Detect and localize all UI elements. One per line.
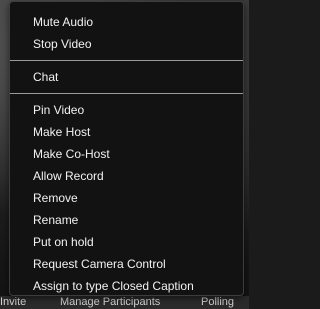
- menu-item-allow-record[interactable]: Allow Record: [10, 165, 243, 187]
- menu-item-put-on-hold[interactable]: Put on hold: [10, 231, 243, 253]
- menu-item-stop-video[interactable]: Stop Video: [10, 33, 243, 55]
- screen: Invite Manage Participants Polling Mute …: [0, 0, 249, 309]
- menu-item-request-camera-control[interactable]: Request Camera Control: [10, 253, 243, 275]
- menu-item-mute-audio[interactable]: Mute Audio: [10, 11, 243, 33]
- menu-item-assign-closed-caption[interactable]: Assign to type Closed Caption: [10, 275, 243, 297]
- menu-separator: [10, 60, 243, 61]
- menu-item-make-co-host[interactable]: Make Co-Host: [10, 143, 243, 165]
- menu-item-remove[interactable]: Remove: [10, 187, 243, 209]
- menu-item-rename[interactable]: Rename: [10, 209, 243, 231]
- menu-separator: [10, 93, 243, 94]
- participant-context-menu: Mute Audio Stop Video Chat Pin Video Mak…: [9, 1, 244, 296]
- menu-item-make-host[interactable]: Make Host: [10, 121, 243, 143]
- invite-button[interactable]: Invite: [0, 295, 26, 309]
- manage-participants-button[interactable]: Manage Participants: [60, 295, 160, 309]
- polling-button[interactable]: Polling: [201, 295, 234, 309]
- menu-item-chat[interactable]: Chat: [10, 66, 243, 88]
- menu-item-pin-video[interactable]: Pin Video: [10, 99, 243, 121]
